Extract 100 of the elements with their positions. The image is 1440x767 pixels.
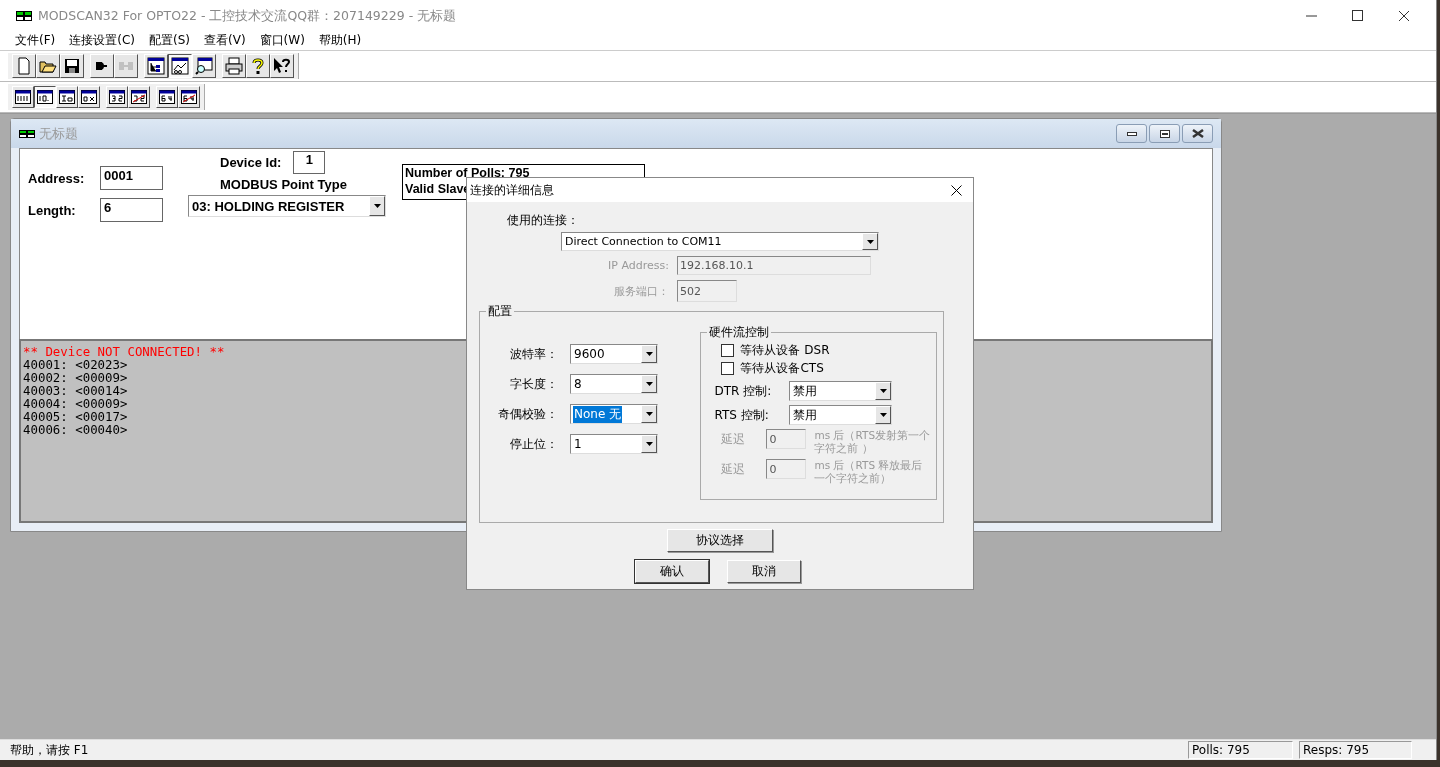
checkbox[interactable]: [721, 343, 735, 357]
connect-tool-button[interactable]: [90, 54, 114, 78]
connection-status: ** Device NOT CONNECTED! **: [23, 345, 225, 358]
control-label: RTS 控制:: [714, 406, 770, 424]
close-icon[interactable]: [1398, 10, 1410, 22]
ok-button[interactable]: 确认: [635, 560, 709, 583]
point-type-dropdown[interactable]: 03: HOLDING REGISTER: [188, 195, 386, 217]
serial-setting-label: 波特率：: [509, 345, 559, 363]
chart-icon: [171, 57, 189, 75]
inspect-icon: [195, 57, 213, 75]
dropdown-arrow-icon: [645, 352, 653, 356]
connection-dropdown[interactable]: Direct Connection to COM11: [561, 232, 879, 251]
new-tool-button[interactable]: [12, 54, 36, 78]
length-label: Length:: [28, 202, 77, 218]
float-format-button[interactable]: [106, 86, 128, 108]
serial-setting-dropdown[interactable]: 9600: [570, 344, 658, 364]
chart-tool-button[interactable]: [168, 54, 192, 78]
number-format-icon: [109, 90, 125, 104]
control-dropdown[interactable]: 禁用: [789, 405, 893, 425]
number-format-icon: [181, 90, 197, 104]
dropdown-arrow-icon: [879, 389, 887, 393]
address-field[interactable]: 0001: [100, 166, 163, 190]
polls-count: Polls: 795: [1188, 741, 1293, 759]
register-value: 40006: <00040>: [23, 423, 128, 436]
delay-label: 延迟: [721, 461, 747, 478]
dropdown-arrow-icon: [645, 442, 653, 446]
connection-label: 使用的连接：: [507, 212, 580, 229]
new-icon: [15, 57, 33, 75]
binary-format-button[interactable]: [12, 86, 34, 108]
stats-text: Number of Polls: 795: [405, 165, 530, 181]
point-type-label: MODBUS Point Type: [219, 177, 348, 192]
dropdown-arrow-icon: [879, 413, 887, 417]
port-label: 服务端口：: [613, 283, 670, 299]
dropdown-arrow-icon: [645, 382, 653, 386]
ip-address-label: IP Address:: [607, 259, 670, 272]
restore-button[interactable]: [1149, 124, 1180, 143]
hex-format-button[interactable]: [78, 86, 100, 108]
decimal-format-button[interactable]: [34, 86, 56, 108]
context-help-tool-button[interactable]: [270, 54, 294, 78]
register-value: 40002: <00009>: [23, 371, 128, 384]
register-value: 40005: <00017>: [23, 410, 128, 423]
delay-label: 延迟: [721, 431, 747, 448]
checkbox-label: 等待从设备CTS: [740, 359, 824, 377]
serial-setting-dropdown[interactable]: 1: [570, 434, 658, 454]
dropdown-arrow-icon: [645, 412, 653, 416]
delay-note: ms 后（RTS 释放最后一个字符之前）: [814, 459, 924, 485]
menu-item[interactable]: 文件(F): [15, 32, 56, 50]
save-icon: [63, 57, 81, 75]
float-swapped-format-button[interactable]: [128, 86, 150, 108]
register-value: 40003: <00014>: [23, 384, 128, 397]
close-button[interactable]: [1182, 124, 1213, 143]
register-value: 40001: <02023>: [23, 358, 128, 371]
tree-icon: [147, 57, 165, 75]
group-title: 配置: [486, 304, 514, 318]
serial-setting-label: 字长度：: [509, 375, 559, 393]
window-icon: [19, 129, 35, 138]
save-tool-button[interactable]: [60, 54, 84, 78]
menu-item[interactable]: 连接设置(C): [69, 32, 135, 50]
control-dropdown[interactable]: 禁用: [789, 381, 893, 401]
menu-item[interactable]: 配置(S): [149, 32, 190, 50]
serial-setting-dropdown[interactable]: 8: [570, 374, 658, 394]
menu-item[interactable]: 查看(V): [204, 32, 246, 50]
maximize-icon[interactable]: [1352, 10, 1364, 22]
close-icon[interactable]: [951, 184, 962, 196]
number-format-icon: [59, 90, 75, 104]
protocol-button[interactable]: 协议选择: [667, 529, 773, 552]
number-format-icon: [15, 90, 31, 104]
number-format-icon: [131, 90, 147, 104]
tree-tool-button[interactable]: [144, 54, 168, 78]
number-format-icon: [81, 90, 97, 104]
child-window-title: 无标题: [39, 124, 78, 143]
open-tool-button[interactable]: [36, 54, 60, 78]
restore-icon: [1159, 129, 1170, 138]
double-swapped-format-button[interactable]: [178, 86, 200, 108]
dropdown-arrow-icon: [373, 204, 381, 208]
integer-format-button[interactable]: [56, 86, 78, 108]
serial-setting-label: 奇偶校验：: [497, 405, 559, 423]
print-tool-button[interactable]: [222, 54, 246, 78]
menu-item[interactable]: 帮助(H): [318, 32, 362, 50]
inspect-tool-button[interactable]: [192, 54, 216, 78]
window-title: MODSCAN32 For OPTO22 - 工控技术交流QQ群：207149229 - 无标题: [38, 7, 457, 25]
register-value: 40004: <00009>: [23, 397, 128, 410]
double-format-button[interactable]: [156, 86, 178, 108]
context-help-icon: [273, 57, 291, 75]
delay-note: ms 后（RTS发射第一个字符之前 ）: [814, 429, 931, 455]
group-title: 硬件流控制: [707, 325, 772, 339]
cancel-button[interactable]: 取消: [727, 560, 801, 583]
menu-item[interactable]: 窗口(W): [259, 32, 305, 50]
checkbox[interactable]: [721, 361, 735, 375]
app-icon: [16, 11, 32, 21]
help-tool-button[interactable]: [246, 54, 270, 78]
number-format-icon: [37, 90, 53, 104]
device-id-label: Device Id:: [220, 155, 282, 170]
close-icon: [1191, 129, 1204, 138]
length-field[interactable]: 6: [100, 198, 163, 222]
device-id-field[interactable]: 1: [293, 151, 326, 174]
minimize-icon: [1126, 131, 1137, 136]
status-text: 帮助，请按 F1: [9, 742, 90, 758]
minimize-button[interactable]: [1116, 124, 1147, 143]
serial-setting-dropdown[interactable]: None 无: [570, 404, 658, 424]
